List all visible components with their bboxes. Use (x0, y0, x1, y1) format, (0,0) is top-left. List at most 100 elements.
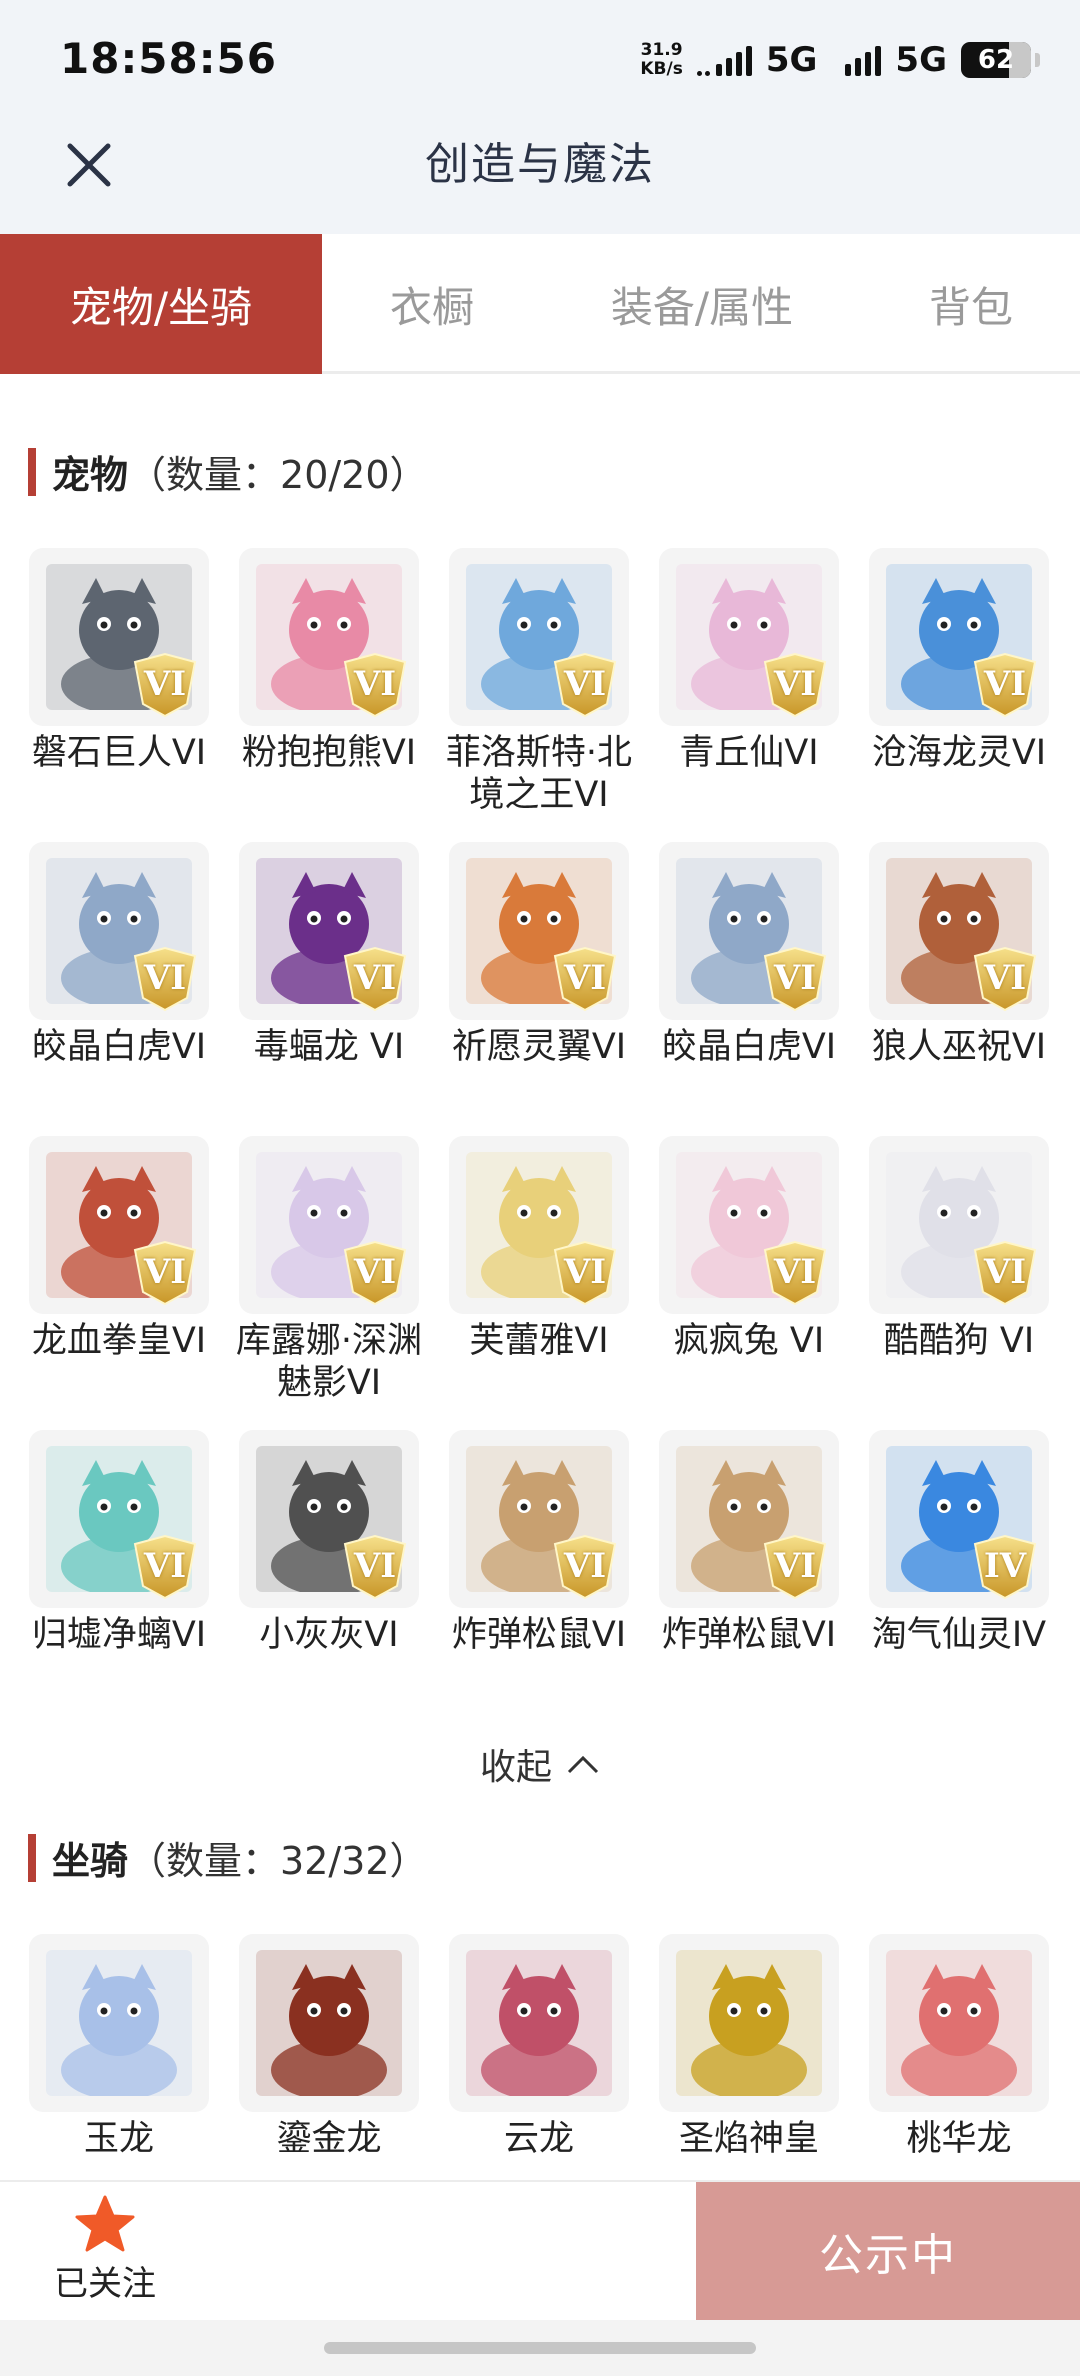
tab-bar: 宠物/坐骑 衣橱 装备/属性 背包 (0, 234, 1080, 374)
pet-item[interactable]: IV 淘气仙灵IV (854, 1430, 1064, 1656)
pet-thumbnail: VI (659, 1136, 839, 1314)
status-time: 18:58:56 (60, 34, 277, 83)
rank-badge-label: VI (143, 1546, 187, 1586)
pet-item[interactable]: VI 芙蕾雅VI (434, 1136, 644, 1362)
follow-label: 已关注 (54, 2264, 156, 2304)
pet-item[interactable]: VI 酷酷狗 VI (854, 1136, 1064, 1362)
rank-badge: VI (549, 1530, 621, 1602)
net-speed-value: 31.9 (640, 40, 683, 60)
pet-item[interactable]: VI 龙血拳皇VI (14, 1136, 224, 1362)
pet-item[interactable]: VI 毒蝠龙 VI (224, 842, 434, 1068)
mount-item[interactable]: 鎏金龙 (224, 1934, 434, 2160)
network-type-1: 5G (765, 40, 818, 80)
pet-item[interactable]: VI 归墟净螭VI (14, 1430, 224, 1656)
rank-badge: VI (129, 648, 201, 720)
rank-badge: VI (339, 1236, 411, 1308)
mount-thumbnail (239, 1934, 419, 2112)
pet-thumbnail: VI (659, 1430, 839, 1608)
mount-item[interactable]: 玉龙 (14, 1934, 224, 2160)
rank-badge: VI (339, 942, 411, 1014)
pet-name: 毒蝠龙 VI (253, 1027, 405, 1067)
tab-pets-mounts[interactable]: 宠物/坐骑 (0, 234, 322, 374)
rank-badge: VI (969, 942, 1041, 1014)
pet-thumbnail: VI (239, 1430, 419, 1608)
tab-wardrobe[interactable]: 衣橱 (322, 234, 542, 374)
pet-item[interactable]: VI 炸弹松鼠VI (434, 1430, 644, 1656)
follow-button[interactable]: 已关注 (20, 2194, 190, 2314)
mount-item[interactable]: 圣焰神皇 (644, 1934, 854, 2160)
pet-item[interactable]: VI 小灰灰VI (224, 1430, 434, 1656)
rank-badge: VI (549, 648, 621, 720)
mount-name: 鎏金龙 (276, 2119, 382, 2159)
pet-item[interactable]: VI 疯疯兔 VI (644, 1136, 854, 1362)
rank-badge: VI (759, 942, 831, 1014)
pet-name: 炸弹松鼠VI (661, 1615, 837, 1655)
rank-badge-label: VI (353, 1546, 397, 1586)
pet-thumbnail: VI (449, 548, 629, 726)
rank-badge: VI (339, 1530, 411, 1602)
pet-item[interactable]: VI 皎晶白虎VI (644, 842, 854, 1068)
pet-thumbnail: VI (239, 842, 419, 1020)
collapse-label: 收起 (479, 1747, 552, 1788)
pet-thumbnail: VI (869, 842, 1049, 1020)
announce-button[interactable]: 公示中 (696, 2182, 1080, 2320)
pet-thumbnail: VI (29, 842, 209, 1020)
pet-thumbnail: VI (449, 1136, 629, 1314)
rank-badge: VI (759, 1236, 831, 1308)
pet-thumbnail: VI (869, 548, 1049, 726)
mount-item[interactable]: 云龙 (434, 1934, 644, 2160)
rank-badge-label: VI (983, 958, 1027, 998)
rank-badge-label: VI (143, 958, 187, 998)
chevron-up-icon (567, 1755, 599, 1774)
pet-item[interactable]: VI 皎晶白虎VI (14, 842, 224, 1068)
battery-icon: 62 (961, 42, 1031, 78)
section-accent-bar (28, 1833, 36, 1882)
mount-portrait-icon (466, 1950, 612, 2096)
header: 创造与魔法 (0, 116, 1080, 234)
star-icon (75, 2195, 135, 2252)
rank-badge: VI (969, 648, 1041, 720)
mount-portrait-icon (886, 1950, 1032, 2096)
status-bar: 18:58:56 31.9 KB/s 5G 5G 62 (0, 0, 1080, 120)
mount-thumbnail (29, 1934, 209, 2112)
pet-item[interactable]: VI 祈愿灵翼VI (434, 842, 644, 1068)
pet-thumbnail: VI (29, 1430, 209, 1608)
rank-badge-label: VI (143, 664, 187, 704)
pet-item[interactable]: VI 青丘仙VI (644, 548, 854, 774)
pet-item[interactable]: VI 沧海龙灵VI (854, 548, 1064, 774)
tab-equipment-attributes[interactable]: 装备/属性 (542, 234, 862, 374)
pet-thumbnail: VI (869, 1136, 1049, 1314)
section-name: 坐骑 (52, 1839, 129, 1883)
rank-badge-label: VI (563, 958, 607, 998)
pet-name: 库露娜·深渊魅影VI (235, 1321, 423, 1403)
rank-badge-label: VI (563, 1252, 607, 1292)
pet-item[interactable]: VI 狼人巫祝VI (854, 842, 1064, 1068)
mount-portrait-icon (676, 1950, 822, 2096)
rank-badge: VI (549, 942, 621, 1014)
status-icons: 31.9 KB/s 5G 5G 62 (640, 38, 1040, 82)
pet-item[interactable]: VI 炸弹松鼠VI (644, 1430, 854, 1656)
section-name: 宠物 (52, 453, 129, 497)
pet-item[interactable]: VI 库露娜·深渊魅影VI (224, 1136, 434, 1404)
pet-item[interactable]: VI 菲洛斯特·北境之王VI (434, 548, 644, 816)
mounts-section-title: 坐骑 （数量：32/32） (28, 1830, 428, 1885)
rank-badge-label: VI (563, 664, 607, 704)
tab-backpack[interactable]: 背包 (862, 234, 1080, 374)
mount-thumbnail (449, 1934, 629, 2112)
pet-name: 归墟净螭VI (31, 1615, 207, 1655)
home-indicator[interactable] (324, 2342, 756, 2354)
rank-badge-label: VI (773, 1546, 817, 1586)
pet-name: 青丘仙VI (679, 733, 819, 773)
mount-portrait-icon (46, 1950, 192, 2096)
rank-badge-label: VI (143, 1252, 187, 1292)
pet-item[interactable]: VI 粉抱抱熊VI (224, 548, 434, 774)
collapse-button[interactable]: 收起 (0, 1738, 1080, 1790)
pet-item[interactable]: VI 磐石巨人VI (14, 548, 224, 774)
mount-name: 云龙 (503, 2119, 574, 2159)
signal-icon (696, 44, 752, 76)
mount-item[interactable]: 桃华龙 (854, 1934, 1064, 2160)
pet-thumbnail: VI (239, 1136, 419, 1314)
net-speed-unit: KB/s (640, 59, 683, 79)
pet-name: 酷酷狗 VI (883, 1321, 1035, 1361)
pet-name: 沧海龙灵VI (871, 733, 1047, 773)
